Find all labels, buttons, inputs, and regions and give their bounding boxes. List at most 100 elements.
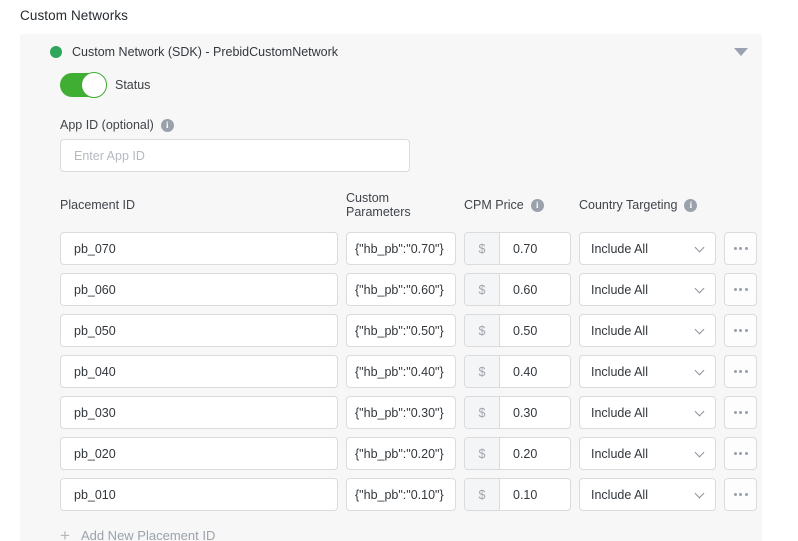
placement-row: $ Include All — [60, 314, 734, 347]
status-toggle[interactable] — [60, 73, 106, 97]
collapse-chevron-icon[interactable] — [734, 48, 748, 56]
cpm-price-input[interactable] — [500, 397, 570, 428]
cpm-price-input[interactable] — [500, 479, 570, 510]
more-dot — [739, 247, 742, 250]
placement-row: $ Include All — [60, 273, 734, 306]
country-targeting-wrap: Include All — [579, 273, 716, 306]
placement-id-input[interactable] — [60, 396, 338, 429]
more-dot — [739, 370, 742, 373]
more-dot — [745, 493, 748, 496]
cpm-price-input[interactable] — [500, 356, 570, 387]
custom-parameters-input[interactable] — [346, 478, 456, 511]
currency-symbol: $ — [465, 438, 500, 469]
cpm-price-group: $ — [464, 355, 571, 388]
country-targeting-select[interactable]: Include All — [579, 355, 716, 388]
cpm-price-group: $ — [464, 396, 571, 429]
currency-symbol: $ — [465, 479, 500, 510]
row-more-button[interactable] — [724, 355, 757, 388]
placement-row: $ Include All — [60, 355, 734, 388]
cpm-price-column-label: CPM Price — [464, 198, 524, 212]
cpm-price-input[interactable] — [500, 233, 570, 264]
more-dot — [734, 247, 737, 250]
custom-network-card: Custom Network (SDK) - PrebidCustomNetwo… — [20, 34, 762, 541]
placement-id-input[interactable] — [60, 437, 338, 470]
custom-parameters-column-header: Custom Parameters — [346, 191, 456, 219]
placement-row: $ Include All — [60, 437, 734, 470]
custom-parameters-input[interactable] — [346, 396, 456, 429]
currency-symbol: $ — [465, 274, 500, 305]
app-id-label: App ID (optional) i — [60, 118, 734, 132]
custom-parameters-input[interactable] — [346, 232, 456, 265]
custom-networks-page: Custom Networks Custom Network (SDK) - P… — [0, 0, 798, 541]
plus-icon: + — [60, 529, 70, 541]
placement-rows: $ Include All $ Include All — [60, 232, 734, 511]
more-dot — [745, 288, 748, 291]
placement-id-column-header: Placement ID — [60, 198, 338, 212]
row-more-button[interactable] — [724, 396, 757, 429]
placement-id-input[interactable] — [60, 314, 338, 347]
cpm-price-input[interactable] — [500, 274, 570, 305]
custom-parameters-input[interactable] — [346, 314, 456, 347]
placement-table: Placement ID Custom Parameters CPM Price… — [60, 191, 734, 511]
cpm-price-input[interactable] — [500, 315, 570, 346]
more-dot — [745, 411, 748, 414]
placement-id-input[interactable] — [60, 355, 338, 388]
more-dot — [739, 288, 742, 291]
app-id-input[interactable] — [60, 139, 410, 172]
country-targeting-wrap: Include All — [579, 232, 716, 265]
placement-id-column-label: Placement ID — [60, 198, 135, 212]
placement-id-input[interactable] — [60, 232, 338, 265]
placement-id-input[interactable] — [60, 478, 338, 511]
more-dot — [739, 411, 742, 414]
custom-parameters-column-label: Custom Parameters — [346, 191, 456, 219]
row-more-button[interactable] — [724, 232, 757, 265]
cpm-price-group: $ — [464, 232, 571, 265]
status-toggle-row: Status — [60, 73, 734, 97]
more-dot — [745, 329, 748, 332]
country-targeting-wrap: Include All — [579, 314, 716, 347]
custom-parameters-input[interactable] — [346, 437, 456, 470]
placement-row: $ Include All — [60, 232, 734, 265]
cpm-price-input[interactable] — [500, 438, 570, 469]
more-dot — [745, 452, 748, 455]
more-dot — [734, 288, 737, 291]
country-targeting-column-label: Country Targeting — [579, 198, 677, 212]
app-id-info-icon[interactable]: i — [161, 119, 174, 132]
more-dot — [734, 493, 737, 496]
country-targeting-select[interactable]: Include All — [579, 437, 716, 470]
placement-row: $ Include All — [60, 396, 734, 429]
country-targeting-wrap: Include All — [579, 437, 716, 470]
more-dot — [745, 370, 748, 373]
currency-symbol: $ — [465, 315, 500, 346]
cpm-price-info-icon[interactable]: i — [531, 199, 544, 212]
row-more-button[interactable] — [724, 314, 757, 347]
country-targeting-wrap: Include All — [579, 478, 716, 511]
network-header: Custom Network (SDK) - PrebidCustomNetwo… — [40, 43, 734, 61]
country-targeting-select[interactable]: Include All — [579, 232, 716, 265]
country-targeting-column-header: Country Targeting i — [579, 198, 716, 212]
country-targeting-wrap: Include All — [579, 355, 716, 388]
country-targeting-select[interactable]: Include All — [579, 396, 716, 429]
custom-parameters-input[interactable] — [346, 355, 456, 388]
more-dot — [734, 411, 737, 414]
status-toggle-knob — [81, 72, 107, 98]
country-targeting-select[interactable]: Include All — [579, 273, 716, 306]
row-more-button[interactable] — [724, 478, 757, 511]
cpm-price-column-header: CPM Price i — [464, 198, 571, 212]
add-placement-button[interactable]: + Add New Placement ID — [60, 528, 215, 541]
more-dot — [734, 370, 737, 373]
country-targeting-info-icon[interactable]: i — [684, 199, 697, 212]
country-targeting-select[interactable]: Include All — [579, 314, 716, 347]
more-dot — [745, 247, 748, 250]
country-targeting-select[interactable]: Include All — [579, 478, 716, 511]
custom-parameters-input[interactable] — [346, 273, 456, 306]
placement-id-input[interactable] — [60, 273, 338, 306]
cpm-price-group: $ — [464, 478, 571, 511]
app-id-block: App ID (optional) i — [60, 118, 734, 172]
row-more-button[interactable] — [724, 273, 757, 306]
placement-row: $ Include All — [60, 478, 734, 511]
table-header-row: Placement ID Custom Parameters CPM Price… — [60, 191, 734, 219]
more-dot — [734, 452, 737, 455]
row-more-button[interactable] — [724, 437, 757, 470]
cpm-price-group: $ — [464, 273, 571, 306]
